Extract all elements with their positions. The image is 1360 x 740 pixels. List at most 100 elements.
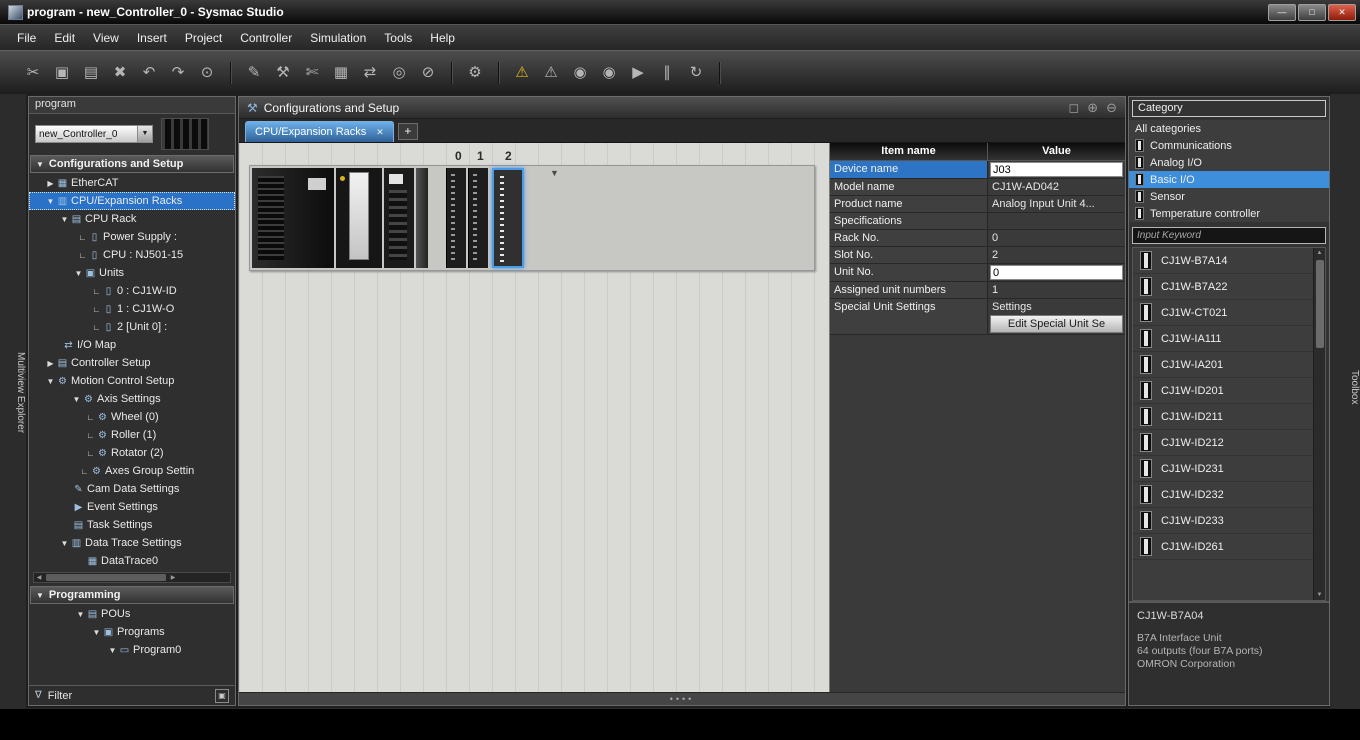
unit-list-item[interactable]: CJ1W-ID261 [1133,534,1313,560]
tree-expander-icon[interactable]: ∟ [77,233,88,242]
cpu-unit[interactable] [336,168,382,268]
unit-list-item[interactable]: CJ1W-CT021 [1133,300,1313,326]
tab-close-icon[interactable]: ✕ [376,127,384,138]
menu-item[interactable]: Controller [231,27,301,49]
sync-icon[interactable]: ↻ [685,62,707,84]
monitor-disabled-icon[interactable]: ◉ [598,62,620,84]
paste-icon[interactable]: ▤ [80,62,102,84]
pause-icon[interactable]: ∥ [656,62,678,84]
transfer-icon[interactable]: ⇄ [359,62,381,84]
filter-label[interactable]: Filter [48,690,72,702]
troubleshoot-icon[interactable]: ⚙ [464,62,486,84]
filter-options-icon[interactable]: ▣ [215,689,229,703]
tree-expander-icon[interactable]: ∟ [91,305,102,314]
rack-canvas[interactable]: 012 ▼ [239,143,829,692]
property-value-input[interactable] [990,265,1123,280]
warning-disabled-icon[interactable]: ⚠ [540,62,562,84]
tree-expander-icon[interactable]: ▼ [59,215,70,224]
unit-list-item[interactable]: CJ1W-ID201 [1133,378,1313,404]
tree-item[interactable]: ∟ ⚙ Roller (1) [29,426,235,444]
redo-icon[interactable]: ↷ [167,62,189,84]
tree-expander-icon[interactable]: ▼ [73,269,84,278]
toolbox-strip[interactable]: Toolbox [1330,94,1360,708]
maximize-button[interactable]: □ [1298,4,1326,21]
category-item[interactable]: Communications [1129,137,1329,154]
tree-item[interactable]: ✎ Cam Data Settings [29,480,235,498]
unit-slot-0[interactable] [446,168,466,268]
tree-item[interactable]: ▶ ▦ EtherCAT [29,174,235,192]
monitor-icon[interactable]: ◉ [569,62,591,84]
unit-list-item[interactable]: CJ1W-ID233 [1133,508,1313,534]
keyword-search-input[interactable] [1132,227,1326,244]
menu-item[interactable]: Tools [375,27,421,49]
tree-item[interactable]: ▼ ⚙ Axis Settings [29,390,235,408]
unit-list-item[interactable]: CJ1W-IA201 [1133,352,1313,378]
delete-icon[interactable]: ✖ [109,62,131,84]
tree-expander-icon[interactable]: ▼ [71,395,82,404]
unit-list-item[interactable]: CJ1W-B7A14 [1133,248,1313,274]
tree-item[interactable]: ▦ DataTrace0 [29,552,235,570]
tree-item[interactable]: ∟ ▯ CPU : NJ501-15 [29,246,235,264]
tree-expander-icon[interactable]: ∟ [79,467,90,476]
multiview-explorer-strip[interactable]: Multiview Explorer [0,94,26,708]
unit-slot-2-selected[interactable] [492,168,524,268]
tree-item[interactable]: ▼ ▣ Units [29,264,235,282]
marquee-select-icon[interactable]: ◻ [1068,100,1079,116]
cut-icon[interactable]: ✂ [22,62,44,84]
tree-item[interactable]: ▼ ⚙ Motion Control Setup [29,372,235,390]
workspace-horizontal-scrollbar[interactable]: •••• [239,692,1125,705]
category-item[interactable]: All categories [1129,120,1329,137]
section-configurations-and-setup[interactable]: ▼ Configurations and Setup [30,155,234,173]
tree-item[interactable]: ▼ ▥ Data Trace Settings [29,534,235,552]
tree-expander-icon[interactable]: ▼ [45,377,56,386]
close-button[interactable]: ✕ [1328,4,1356,21]
controller-select[interactable]: new_Controller_0 ▼ [35,125,153,143]
unit-list-item[interactable]: CJ1W-ID232 [1133,482,1313,508]
tree-expander-icon[interactable]: ▶ [45,179,56,188]
section-programming[interactable]: ▼ Programming [30,586,234,604]
property-value-input[interactable] [990,162,1123,177]
tree-expander-icon[interactable]: ∟ [85,413,96,422]
property-name[interactable]: Product name [830,196,988,212]
rebuild-icon[interactable]: ✄ [301,62,323,84]
tree-item[interactable]: ∟ ⚙ Wheel (0) [29,408,235,426]
tree-item[interactable]: ∟ ⚙ Axes Group Settin [29,462,235,480]
tree-expander-icon[interactable]: ∟ [85,431,96,440]
tab-cpu-expansion-racks[interactable]: CPU/Expansion Racks ✕ [245,121,394,142]
zoom-out-icon[interactable]: ⊖ [1106,100,1117,116]
tree-item[interactable]: ∟ ▯ 2 [Unit 0] : [29,318,235,336]
menu-item[interactable]: Project [176,27,231,49]
unit-list-item[interactable]: CJ1W-ID231 [1133,456,1313,482]
unit-list-item[interactable]: CJ1W-B7A22 [1133,274,1313,300]
unit-slot-1[interactable] [468,168,488,268]
edit-icon[interactable]: ✎ [243,62,265,84]
scroll-left-icon[interactable]: ◀ [34,574,44,581]
tree-expander-icon[interactable]: ▼ [107,646,118,655]
menu-item[interactable]: Insert [128,27,176,49]
tree-expander-icon[interactable]: ▼ [59,539,70,548]
scroll-up-icon[interactable]: ▲ [1317,248,1323,258]
tree-expander-icon[interactable]: ▶ [45,359,56,368]
tree-item[interactable]: ▼ ▤ POUs [29,605,235,623]
scrollbar-thumb[interactable] [1316,260,1324,348]
scrollbar-thumb[interactable] [46,574,166,581]
property-name[interactable]: Rack No. [830,230,988,246]
unit-list-item[interactable]: CJ1W-IA111 [1133,326,1313,352]
section-expander-icon[interactable]: ▼ [36,591,44,600]
unit-list-item[interactable]: CJ1W-ID212 [1133,430,1313,456]
property-name[interactable]: Specifications [830,213,988,229]
add-tab-button[interactable]: + [398,123,418,140]
scroll-down-icon[interactable]: ▼ [1317,590,1323,600]
abort-icon[interactable]: ⊘ [417,62,439,84]
explorer-horizontal-scrollbar[interactable]: ◀ ▶ [33,572,231,583]
tree-item[interactable]: ∟ ▯ 1 : CJ1W-O [29,300,235,318]
unit-list-item[interactable]: CJ1W-ID211 [1133,404,1313,430]
tree-expander-icon[interactable]: ▼ [75,610,86,619]
menu-item[interactable]: Help [421,27,464,49]
property-name[interactable]: Assigned unit numbers [830,282,988,298]
category-item[interactable]: Basic I/O [1129,171,1329,188]
property-name[interactable]: Unit No. [830,264,988,281]
zoom-in-icon[interactable]: ⊕ [1087,100,1098,116]
property-name[interactable]: Special Unit Settings [830,299,988,334]
edit-special-unit-settings-button[interactable]: Edit Special Unit Se [990,315,1123,333]
